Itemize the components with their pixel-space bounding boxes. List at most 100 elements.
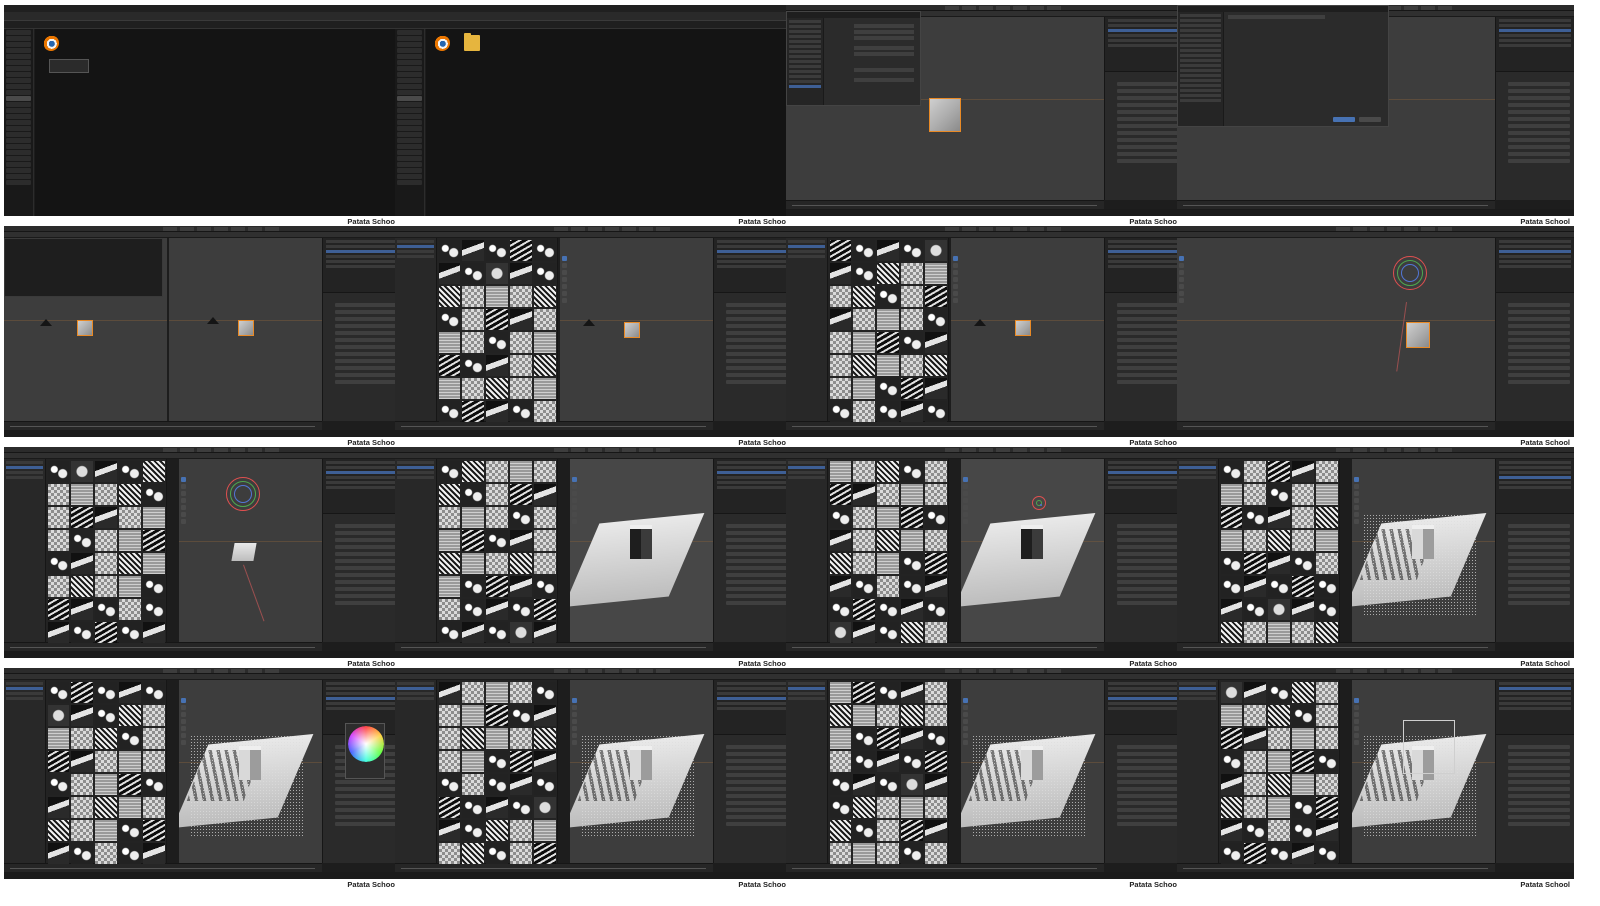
property-field[interactable]: [334, 573, 397, 578]
texture-thumbnail[interactable]: [1315, 843, 1338, 864]
texture-thumbnail[interactable]: [1220, 774, 1243, 795]
tool-button[interactable]: [561, 270, 567, 275]
texture-thumbnail[interactable]: [142, 507, 165, 528]
property-field[interactable]: [1507, 131, 1570, 136]
property-field[interactable]: [1116, 324, 1179, 329]
tool-button[interactable]: [1353, 512, 1359, 517]
texture-thumbnail[interactable]: [438, 797, 461, 818]
cube-block[interactable]: [629, 745, 652, 780]
nav-item[interactable]: [397, 42, 422, 47]
texture-thumbnail[interactable]: [47, 622, 70, 643]
bookmark-item[interactable]: [1180, 59, 1222, 62]
catalog-item[interactable]: [788, 682, 826, 685]
timeline[interactable]: [395, 863, 713, 872]
outliner-row[interactable]: [716, 250, 789, 253]
property-field[interactable]: [725, 766, 788, 771]
property-field[interactable]: [334, 317, 397, 322]
texture-thumbnail[interactable]: [829, 263, 852, 284]
property-field[interactable]: [725, 745, 788, 750]
property-field[interactable]: [725, 559, 788, 564]
nav-item[interactable]: [397, 114, 422, 119]
toolbar[interactable]: [1353, 477, 1359, 526]
tool-button[interactable]: [180, 512, 186, 517]
property-field[interactable]: [334, 566, 397, 571]
texture-thumbnail[interactable]: [853, 774, 876, 795]
property-field[interactable]: [1116, 759, 1179, 764]
outliner-row[interactable]: [1107, 245, 1180, 248]
texture-thumbnail[interactable]: [438, 530, 461, 551]
tool-button[interactable]: [952, 277, 958, 282]
tool-button[interactable]: [1179, 277, 1184, 282]
property-field[interactable]: [1507, 538, 1570, 543]
texture-thumbnail[interactable]: [71, 484, 94, 505]
property-field[interactable]: [1116, 131, 1179, 136]
texture-thumbnail[interactable]: [438, 751, 461, 772]
tool-button[interactable]: [180, 740, 186, 745]
asset-browser[interactable]: [786, 459, 949, 643]
property-field[interactable]: [1507, 773, 1570, 778]
texture-thumbnail[interactable]: [1268, 728, 1291, 749]
texture-thumbnail[interactable]: [829, 286, 852, 307]
outliner[interactable]: [713, 680, 792, 735]
catalog-item[interactable]: [397, 466, 435, 469]
tool-button[interactable]: [180, 733, 186, 738]
texture-thumbnail[interactable]: [533, 682, 556, 703]
outliner-row[interactable]: [325, 250, 398, 253]
texture-thumbnail[interactable]: [924, 355, 947, 376]
texture-thumbnail[interactable]: [1268, 461, 1291, 482]
texture-thumbnail[interactable]: [901, 263, 923, 284]
texture-thumbnail[interactable]: [829, 332, 852, 353]
file-list[interactable]: [426, 29, 792, 216]
nav-item[interactable]: [397, 156, 422, 161]
preferences-category[interactable]: [789, 60, 822, 63]
nav-item[interactable]: [397, 30, 422, 35]
nav-item[interactable]: [397, 150, 422, 155]
tool-button[interactable]: [1353, 477, 1359, 482]
outliner-row[interactable]: [1107, 481, 1180, 484]
property-field[interactable]: [1116, 594, 1179, 599]
property-field[interactable]: [1116, 338, 1179, 343]
outliner[interactable]: [1104, 238, 1183, 293]
tool-button[interactable]: [571, 484, 577, 489]
nav-item[interactable]: [397, 96, 422, 101]
property-field[interactable]: [725, 794, 788, 799]
property-field[interactable]: [1116, 524, 1179, 529]
texture-thumbnail[interactable]: [510, 728, 532, 749]
texture-thumbnail[interactable]: [1315, 751, 1338, 772]
texture-thumbnail[interactable]: [1244, 461, 1267, 482]
property-field[interactable]: [1507, 117, 1570, 122]
texture-thumbnail[interactable]: [142, 751, 165, 772]
property-field[interactable]: [1116, 373, 1179, 378]
preferences-dialog[interactable]: [786, 11, 921, 106]
property-fields[interactable]: [1496, 79, 1574, 164]
texture-thumbnail[interactable]: [462, 507, 485, 528]
property-field[interactable]: [1507, 152, 1570, 157]
texture-thumbnail[interactable]: [438, 553, 461, 574]
property-field[interactable]: [334, 587, 397, 592]
texture-thumbnail[interactable]: [853, 682, 876, 703]
outliner[interactable]: [1495, 238, 1574, 293]
tool-button[interactable]: [1353, 498, 1359, 503]
property-field[interactable]: [725, 310, 788, 315]
property-field[interactable]: [1116, 117, 1179, 122]
timeline[interactable]: [395, 642, 713, 651]
texture-thumbnail[interactable]: [901, 332, 923, 353]
property-field[interactable]: [725, 380, 788, 385]
texture-thumbnails[interactable]: [829, 461, 947, 643]
tool-button[interactable]: [571, 719, 577, 724]
bookmark-item[interactable]: [1180, 69, 1222, 72]
outliner-row[interactable]: [325, 461, 398, 464]
preferences-category[interactable]: [789, 85, 822, 88]
property-field[interactable]: [1116, 89, 1179, 94]
outliner-row[interactable]: [1107, 19, 1180, 22]
bookmark-item[interactable]: [1180, 24, 1222, 27]
texture-thumbnail[interactable]: [510, 530, 532, 551]
screenshot-texture-browser[interactable]: [395, 226, 792, 437]
texture-thumbnail[interactable]: [510, 332, 532, 353]
property-field[interactable]: [725, 787, 788, 792]
property-field[interactable]: [1507, 745, 1570, 750]
property-field[interactable]: [1116, 552, 1179, 557]
texture-thumbnail[interactable]: [142, 820, 165, 841]
timeline[interactable]: [786, 421, 1104, 430]
property-field[interactable]: [725, 373, 788, 378]
